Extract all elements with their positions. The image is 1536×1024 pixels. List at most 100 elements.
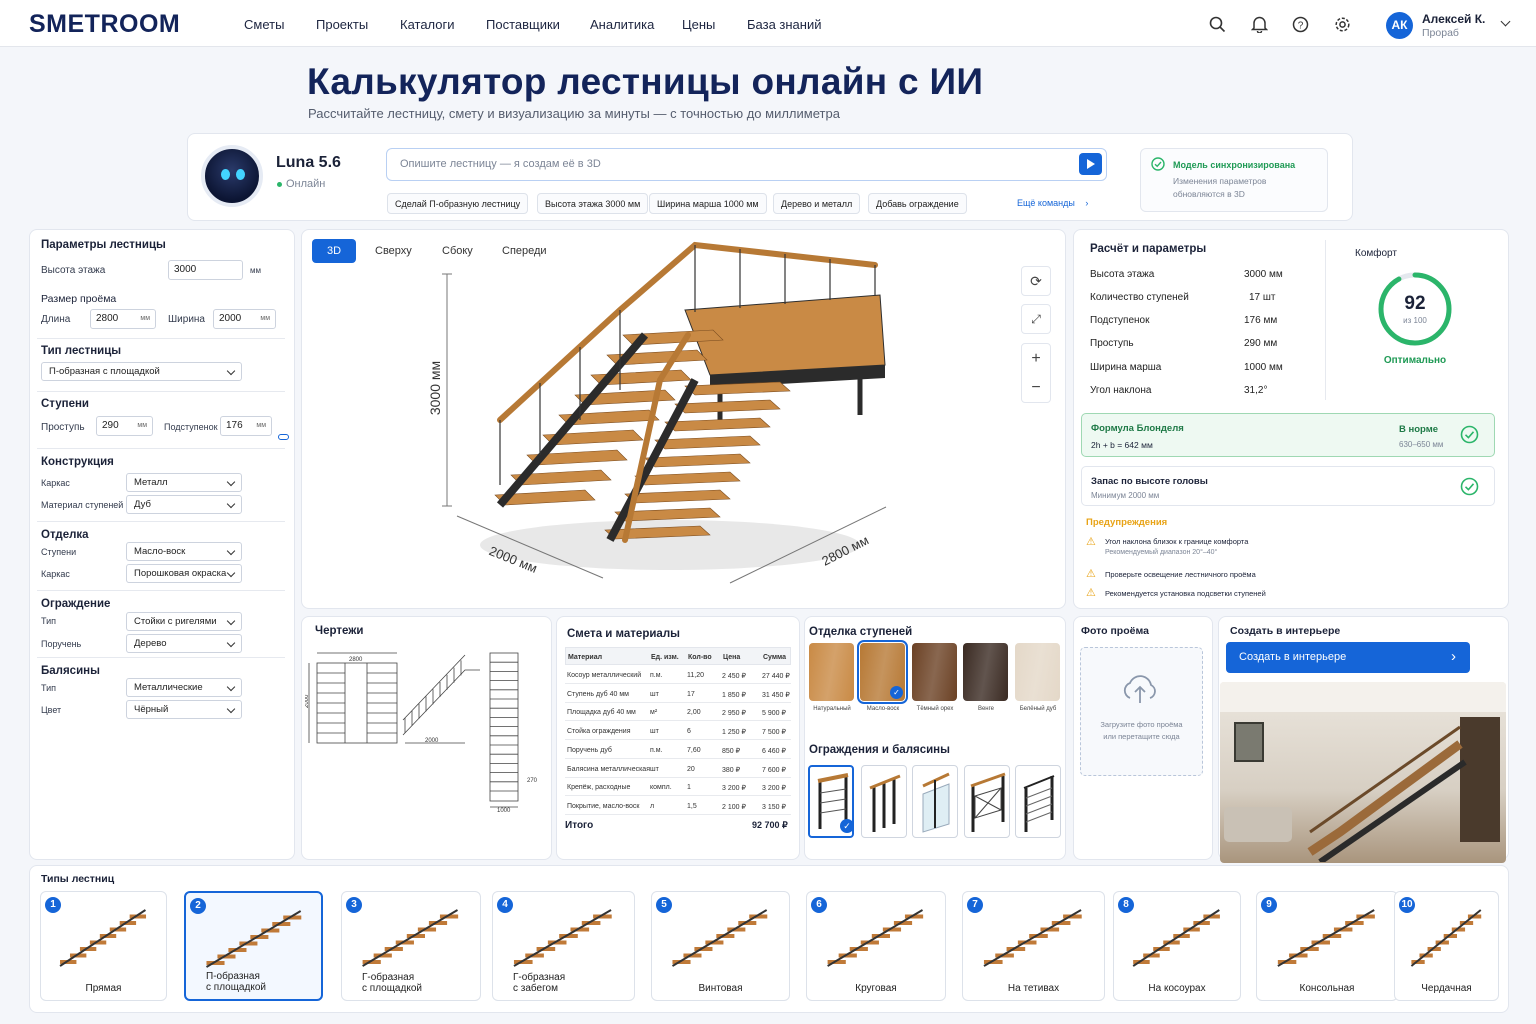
tread-input[interactable]: 290 мм xyxy=(96,416,153,436)
railing-option-glass-wood[interactable]: ✓ xyxy=(808,765,854,838)
tab-top[interactable]: Сверху xyxy=(363,239,424,263)
baluster-color-select[interactable]: Чёрный xyxy=(126,700,242,719)
calc-row-label: Подступенок xyxy=(1090,315,1150,326)
frame-select[interactable]: Металл xyxy=(126,473,242,492)
stair-type-card[interactable]: 9 Консольная xyxy=(1256,891,1398,1001)
calc-row-label: Проступь xyxy=(1090,338,1134,349)
page-subtitle: Рассчитайте лестницу, смету и визуализац… xyxy=(308,106,840,121)
table-cell: Крепёж, расходные xyxy=(567,784,631,792)
finish-steps-select[interactable]: Масло-воск xyxy=(126,542,242,561)
stair-type-card[interactable]: 1 Прямая xyxy=(40,891,167,1001)
railing-option-posts[interactable] xyxy=(861,765,907,838)
railing-option-rods[interactable] xyxy=(1015,765,1061,838)
create-interior-button[interactable]: Создать в интерьере › xyxy=(1226,642,1470,673)
table-cell: Покрытие, масло-воск xyxy=(567,802,640,810)
fence-type-select[interactable]: Стойки с ригелями xyxy=(126,612,242,631)
more-commands-link[interactable]: Ещё команды › xyxy=(1017,198,1088,208)
wood-swatch[interactable] xyxy=(809,643,854,701)
avatar[interactable]: АК xyxy=(1386,12,1413,39)
nav-item-projects[interactable]: Проекты xyxy=(316,17,368,32)
length-input[interactable]: 2800 мм xyxy=(90,309,156,329)
brand-logo[interactable]: SMETROOM xyxy=(29,10,180,39)
wood-swatch[interactable] xyxy=(912,643,957,701)
assistant-name: Luna 5.6 xyxy=(276,154,341,171)
total-value: 92 700 ₽ xyxy=(752,820,788,830)
calc-row-value: 3000 мм xyxy=(1244,269,1283,280)
nav-item-estimates[interactable]: Сметы xyxy=(244,17,284,32)
stair-type-card[interactable]: 2 П-образная с площадкой xyxy=(184,891,323,1001)
send-button[interactable] xyxy=(1079,153,1102,175)
type-title: Тип лестницы xyxy=(41,345,122,357)
floor-height-input[interactable]: 3000 xyxy=(168,260,243,280)
table-cell: Площадка дуб 40 мм xyxy=(567,709,636,717)
search-icon[interactable] xyxy=(1209,16,1226,33)
stair-type-card[interactable]: 8 На косоурах xyxy=(1113,891,1241,1001)
riser-input[interactable]: 176 мм xyxy=(220,416,272,436)
rails-title: Ограждения и балясины xyxy=(809,744,950,756)
stair-type-card[interactable]: 7 На тетивах xyxy=(962,891,1105,1001)
swatch-label: Масло-воск xyxy=(866,706,900,712)
interior-preview-image[interactable] xyxy=(1220,682,1506,863)
wood-swatch[interactable]: ✓ xyxy=(857,640,908,704)
gear-icon[interactable] xyxy=(1334,16,1351,33)
stair-type-name: Круговая xyxy=(855,983,897,994)
warning-1: Угол наклона близок к границе комфорта xyxy=(1105,537,1249,546)
zoom-in-button[interactable]: + xyxy=(1021,345,1051,373)
chip-flight-width[interactable]: Ширина марша 1000 мм xyxy=(649,193,767,214)
nav-item-prices[interactable]: Цены xyxy=(682,17,715,32)
table-row: Косоур металлический п.м. 11,20 2 450 ₽ 27 4… xyxy=(565,666,791,684)
handrail-select[interactable]: Дерево xyxy=(126,634,242,653)
stair-type-name: Прямая xyxy=(85,983,122,994)
nav-item-suppliers[interactable]: Поставщики xyxy=(486,17,560,32)
stair-type-select[interactable]: П-образная с площадкой xyxy=(41,362,242,381)
table-cell: 1 850 ₽ xyxy=(722,691,746,699)
stair-type-card[interactable]: 5 Винтовая xyxy=(651,891,790,1001)
tab-3d[interactable]: 3D xyxy=(312,239,357,263)
nav-item-catalogs[interactable]: Каталоги xyxy=(400,17,455,32)
interior-title: Создать в интерьере xyxy=(1230,625,1341,637)
chip-u-shape[interactable]: Сделай П-образную лестницу xyxy=(387,193,529,214)
stair-type-card[interactable]: 3 Г-образная с площадкой xyxy=(341,891,481,1001)
sync-title: Модель синхронизирована xyxy=(1173,160,1296,170)
railing-option-glass[interactable] xyxy=(912,765,958,838)
chevron-right-icon: › xyxy=(1451,648,1456,665)
link-icon[interactable] xyxy=(278,434,289,440)
help-icon[interactable]: ? xyxy=(1292,16,1309,33)
rotate-view-button[interactable]: ⟳ xyxy=(1021,266,1051,296)
swatch-label: Венге xyxy=(977,706,995,712)
nav-item-analytics[interactable]: Аналитика xyxy=(590,17,654,32)
wood-swatch[interactable] xyxy=(1015,643,1060,701)
check-circle-icon xyxy=(1460,425,1479,444)
railing-option-ornament[interactable] xyxy=(964,765,1010,838)
chip-wood-metal[interactable]: Дерево и металл xyxy=(773,193,861,214)
chip-floor-height[interactable]: Высота этажа 3000 мм xyxy=(537,193,649,214)
photo-dropzone[interactable] xyxy=(1080,647,1203,776)
stair-type-card[interactable]: 10 Чердачная xyxy=(1394,891,1499,1001)
prompt-input[interactable]: Опишите лестницу — я создам её в 3D xyxy=(386,148,1107,181)
floor-height-unit: мм xyxy=(250,266,261,275)
width-label: Ширина xyxy=(168,314,205,325)
step-material-select[interactable]: Дуб xyxy=(126,495,242,514)
nav-item-knowledge[interactable]: База знаний xyxy=(747,17,822,32)
stair-type-card[interactable]: 4 Г-образная с забегом xyxy=(492,891,635,1001)
stair-type-illustration xyxy=(983,909,1082,967)
stair-type-card[interactable]: 6 Круговая xyxy=(806,891,946,1001)
bell-icon[interactable] xyxy=(1251,15,1268,33)
calc-row-label: Угол наклона xyxy=(1090,385,1152,396)
comfort-of: из 100 xyxy=(1403,316,1427,325)
table-cell: 1,5 xyxy=(687,802,697,810)
blondel-range: 630–650 мм xyxy=(1399,440,1444,449)
zoom-out-button[interactable]: − xyxy=(1021,374,1051,402)
technical-drawing[interactable]: 2800 2000 2000 270 1000 xyxy=(305,645,548,820)
wood-swatch[interactable] xyxy=(963,643,1008,701)
table-cell: 5 900 ₽ xyxy=(762,710,786,718)
baluster-type-select[interactable]: Металлические xyxy=(126,678,242,697)
fullscreen-button[interactable]: ⤢ xyxy=(1021,304,1051,334)
table-row: Ступень дуб 40 мм шт 17 1 850 ₽ 31 450 ₽ xyxy=(565,685,791,703)
finish-frame-select[interactable]: Порошковая окраска xyxy=(126,564,242,583)
chip-add-railing[interactable]: Добавь ограждение xyxy=(868,193,967,214)
stair-type-name: П-образная с площадкой xyxy=(206,971,266,993)
handrail-label: Поручень xyxy=(41,639,82,649)
upload-cloud-icon xyxy=(1123,675,1156,703)
width-input[interactable]: 2000 мм xyxy=(213,309,276,329)
